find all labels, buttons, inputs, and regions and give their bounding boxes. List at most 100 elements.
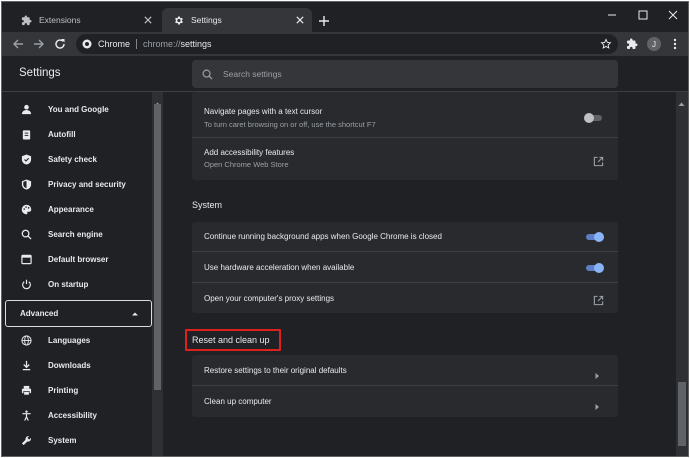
search-input[interactable]: Search settings <box>192 60 618 88</box>
search-icon <box>20 228 32 240</box>
back-arrow-icon[interactable] <box>12 38 24 50</box>
row-title: Restore settings to their original defau… <box>204 366 347 375</box>
tab-extensions[interactable]: Extensions <box>10 8 160 32</box>
tab-label: Extensions <box>39 15 81 25</box>
sidebar-item-label: System <box>48 435 77 445</box>
system-section-title: System <box>192 200 223 210</box>
hardware-acceleration-toggle[interactable] <box>584 262 604 274</box>
browser-window: Extensions Settings Chrome chrome:// set… <box>1 1 689 457</box>
avatar[interactable]: J <box>647 37 661 51</box>
maximize-button[interactable] <box>636 8 650 22</box>
scroll-up-arrow-icon[interactable] <box>154 94 161 106</box>
open-in-new-icon[interactable] <box>593 293 604 306</box>
search-icon <box>202 69 213 80</box>
scrollbar-thumb[interactable] <box>154 104 161 390</box>
sidebar-item-languages[interactable]: Languages <box>2 329 152 351</box>
extensions-puzzle-icon[interactable] <box>626 38 638 50</box>
sidebar-item-search-engine[interactable]: Search engine <box>2 223 152 245</box>
wrench-icon <box>20 434 32 446</box>
sidebar-item-privacy-and-security[interactable]: Privacy and security <box>2 173 152 195</box>
tab-settings[interactable]: Settings <box>162 8 312 32</box>
sidebar-item-label: Appearance <box>48 204 94 214</box>
sidebar-item-label: Privacy and security <box>48 179 126 189</box>
sidebar-item-printing[interactable]: Printing <box>2 379 152 401</box>
sidebar-item-default-browser[interactable]: Default browser <box>2 248 152 270</box>
restore-settings-row[interactable]: Restore settings to their original defau… <box>192 355 618 386</box>
tab-label: Settings <box>191 15 222 25</box>
row-title: Use hardware acceleration when available <box>204 263 355 272</box>
sidebar-item-label: Languages <box>48 335 91 345</box>
settings-main: Navigate pages with a text cursor To tur… <box>163 92 676 456</box>
sidebar-item-label: Printing <box>48 385 79 395</box>
scroll-down-arrow-icon[interactable] <box>154 448 161 454</box>
window-close-button[interactable] <box>666 8 680 22</box>
sidebar-item-label: On startup <box>48 279 89 289</box>
minimize-button[interactable] <box>605 8 619 22</box>
toolbar: Chrome chrome:// settings J <box>2 32 688 56</box>
shield-check-icon <box>20 153 32 165</box>
clean-up-computer-row[interactable]: Clean up computer <box>192 386 618 417</box>
sidebar-item-you-and-google[interactable]: You and Google <box>2 98 152 120</box>
settings-header: Settings Search settings <box>2 56 688 92</box>
divider <box>136 39 138 49</box>
chevron-right-icon <box>594 367 600 379</box>
forward-arrow-icon[interactable] <box>33 38 45 50</box>
advanced-label: Advanced <box>20 309 59 318</box>
sidebar-item-safety-check[interactable]: Safety check <box>2 148 152 170</box>
row-title: Continue running background apps when Go… <box>204 232 442 241</box>
sidebar-item-system[interactable]: System <box>2 429 152 451</box>
clipboard-icon <box>20 128 32 140</box>
row-title: Navigate pages with a text cursor <box>204 107 323 116</box>
page-title: Settings <box>19 67 61 79</box>
scrollbar-thumb[interactable] <box>678 382 686 446</box>
caret-browsing-row[interactable]: Navigate pages with a text cursor To tur… <box>192 92 618 138</box>
reload-icon[interactable] <box>54 38 66 50</box>
palette-icon <box>20 203 32 215</box>
sidebar-item-label: You and Google <box>48 104 109 114</box>
sidebar-item-label: Downloads <box>48 360 91 370</box>
accessibility-icon <box>20 409 32 421</box>
sidebar-item-label: Default browser <box>48 254 109 264</box>
bookmark-star-icon[interactable] <box>600 38 612 50</box>
person-icon <box>20 103 32 115</box>
sidebar: You and Google Autofill Safety check Pri… <box>2 92 152 456</box>
sidebar-item-label: Accessibility <box>48 410 97 420</box>
chrome-logo-icon <box>82 39 92 49</box>
chevron-right-icon <box>594 398 600 410</box>
sidebar-item-label: Search engine <box>48 229 103 239</box>
sidebar-scrollbar[interactable] <box>152 92 163 456</box>
scroll-up-arrow-icon[interactable] <box>678 94 685 106</box>
browser-icon <box>20 253 32 265</box>
background-apps-row[interactable]: Continue running background apps when Go… <box>192 222 618 252</box>
more-menu-icon[interactable] <box>669 38 681 50</box>
sidebar-item-appearance[interactable]: Appearance <box>2 198 152 220</box>
url-scheme: chrome:// <box>143 39 181 49</box>
hardware-acceleration-row[interactable]: Use hardware acceleration when available <box>192 252 618 283</box>
accessibility-card: Navigate pages with a text cursor To tur… <box>192 92 618 180</box>
add-accessibility-features-row[interactable]: Add accessibility features Open Chrome W… <box>192 138 618 180</box>
main-scrollbar[interactable] <box>676 92 688 456</box>
caret-browsing-toggle[interactable] <box>584 112 604 124</box>
close-icon[interactable] <box>294 14 306 26</box>
sidebar-item-label: Autofill <box>48 129 76 139</box>
background-apps-toggle[interactable] <box>584 231 604 243</box>
site-chip: Chrome <box>98 39 131 49</box>
scroll-down-arrow-icon[interactable] <box>678 448 685 454</box>
open-in-new-icon[interactable] <box>593 154 604 167</box>
sidebar-item-autofill[interactable]: Autofill <box>2 123 152 145</box>
proxy-settings-row[interactable]: Open your computer's proxy settings <box>192 283 618 313</box>
row-subtitle: Open Chrome Web Store <box>204 160 289 169</box>
address-bar[interactable]: Chrome chrome:// settings <box>76 34 618 54</box>
reset-card: Restore settings to their original defau… <box>192 355 618 417</box>
close-icon[interactable] <box>142 14 154 26</box>
sidebar-item-accessibility[interactable]: Accessibility <box>2 404 152 426</box>
url-host: settings <box>180 39 212 49</box>
sidebar-item-downloads[interactable]: Downloads <box>2 354 152 376</box>
row-title: Open your computer's proxy settings <box>204 294 335 303</box>
highlight-box <box>185 329 281 351</box>
shield-icon <box>20 178 32 190</box>
advanced-section-toggle[interactable]: Advanced <box>5 300 152 327</box>
row-title: Add accessibility features <box>204 148 295 157</box>
sidebar-item-on-startup[interactable]: On startup <box>2 273 152 295</box>
new-tab-button[interactable] <box>318 14 330 26</box>
